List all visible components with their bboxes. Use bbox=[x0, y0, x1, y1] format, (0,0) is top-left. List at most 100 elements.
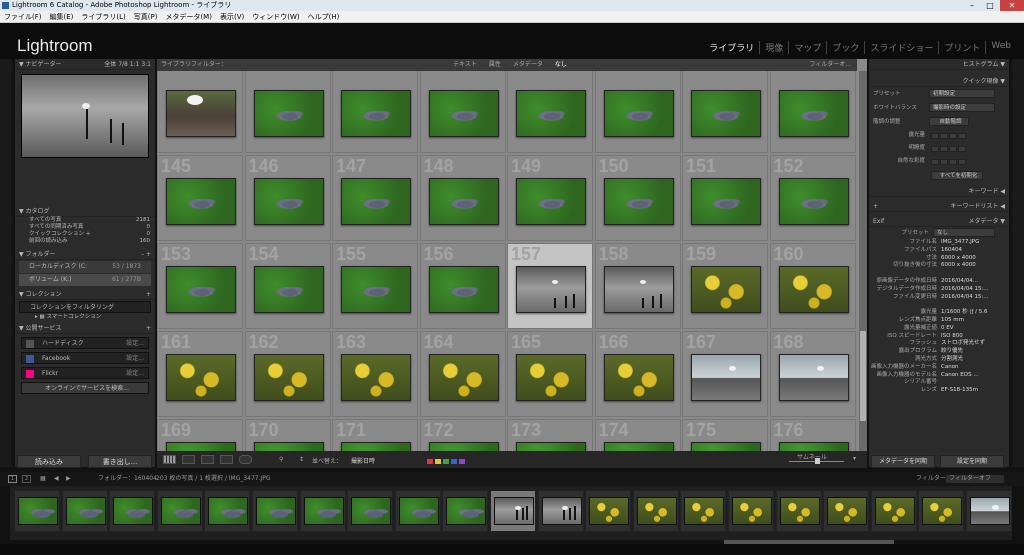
filmstrip-cell[interactable] bbox=[252, 490, 298, 532]
metadata-value[interactable]: 2016/04/04 15:... bbox=[941, 294, 989, 302]
right-panel-toggle[interactable] bbox=[1012, 59, 1024, 467]
filmstrip-thumbnail[interactable] bbox=[732, 497, 772, 525]
filmstrip-cell[interactable] bbox=[442, 490, 489, 532]
adjust-button[interactable] bbox=[940, 159, 948, 165]
publish-service[interactable]: Flickr 設定... bbox=[21, 367, 149, 379]
grid-cell[interactable] bbox=[332, 71, 418, 153]
grid-cell[interactable]: 154 bbox=[244, 243, 331, 329]
filmstrip-thumbnail[interactable] bbox=[874, 497, 915, 525]
grid-cell[interactable]: 146 bbox=[244, 155, 331, 241]
metadata-value[interactable]: 2016/04/04 15:... bbox=[941, 286, 989, 294]
add-publish-icon[interactable]: + bbox=[146, 323, 151, 334]
adjust-button[interactable] bbox=[949, 159, 957, 165]
grid-cell[interactable]: 156 bbox=[419, 243, 506, 329]
photo-thumbnail[interactable] bbox=[428, 353, 499, 401]
color-label-swatch[interactable] bbox=[451, 459, 457, 464]
navigator-header[interactable]: ▼ ナビゲーター 全体 7/8 1:1 3:1 bbox=[15, 59, 155, 70]
catalog-item[interactable]: 前回の読み込み 160 bbox=[15, 238, 155, 245]
filter-tab[interactable]: メタデータ bbox=[507, 59, 549, 71]
survey-view-icon[interactable] bbox=[220, 455, 233, 464]
grid-cell[interactable]: 168 bbox=[769, 331, 856, 417]
photo-thumbnail[interactable] bbox=[428, 265, 499, 313]
close-icon[interactable]: ✕ bbox=[1000, 0, 1024, 11]
adjust-button[interactable] bbox=[958, 146, 966, 152]
filmstrip-cell[interactable] bbox=[204, 490, 251, 532]
grid-cell[interactable] bbox=[507, 71, 593, 153]
quick-develop-header[interactable]: クイック現像 ▼ bbox=[869, 76, 1009, 87]
filmstrip-thumbnail[interactable] bbox=[684, 497, 725, 525]
screen-1-icon[interactable]: 1 bbox=[8, 475, 17, 483]
filmstrip-cell[interactable] bbox=[966, 490, 1012, 532]
service-settings[interactable]: 設定... bbox=[126, 338, 144, 350]
photo-thumbnail[interactable] bbox=[166, 89, 236, 137]
filmstrip-toggle[interactable] bbox=[0, 544, 1024, 555]
filmstrip-cell[interactable] bbox=[156, 490, 203, 532]
catalog-item[interactable]: クイックコレクション + 0 bbox=[15, 231, 155, 238]
adjust-button[interactable] bbox=[958, 159, 966, 165]
module-tab[interactable]: Web bbox=[985, 41, 1016, 54]
service-settings[interactable]: 設定... bbox=[126, 368, 144, 380]
menu-item[interactable]: ライブラリ(L) bbox=[77, 11, 129, 23]
photo-thumbnail[interactable] bbox=[603, 89, 674, 137]
grid-cell[interactable] bbox=[244, 71, 331, 153]
photo-thumbnail[interactable] bbox=[691, 353, 761, 401]
filmstrip-thumbnail[interactable] bbox=[256, 497, 296, 525]
keyword-list-header[interactable]: + キーワードリスト ◀ bbox=[869, 201, 1009, 212]
maximize-icon[interactable]: □ bbox=[982, 0, 998, 11]
grid-cell[interactable] bbox=[594, 71, 681, 153]
filmstrip-cell[interactable] bbox=[109, 490, 156, 532]
screen-2-icon[interactable]: 2 bbox=[22, 475, 31, 483]
filmstrip-cell[interactable] bbox=[14, 490, 60, 532]
add-keyword-icon[interactable]: + bbox=[873, 201, 878, 212]
photo-thumbnail[interactable] bbox=[428, 89, 499, 137]
photo-thumbnail[interactable] bbox=[603, 353, 674, 401]
menu-item[interactable]: ヘルプ(H) bbox=[304, 11, 344, 23]
reset-all-button[interactable]: すべてを初期化 bbox=[931, 171, 983, 180]
photo-thumbnail[interactable] bbox=[603, 265, 674, 313]
filmstrip-thumbnail[interactable] bbox=[541, 497, 582, 525]
grid-cell[interactable]: 164 bbox=[419, 331, 506, 417]
module-tab[interactable]: マップ bbox=[788, 41, 826, 54]
filmstrip-cell[interactable] bbox=[347, 490, 394, 532]
filmstrip-cell[interactable] bbox=[775, 490, 822, 532]
collection-filter-field[interactable]: コレクションをフィルタリング bbox=[19, 301, 151, 313]
filmstrip-cell[interactable] bbox=[680, 490, 727, 532]
adjust-button[interactable] bbox=[949, 146, 957, 152]
left-panel-toggle[interactable] bbox=[0, 59, 12, 467]
adjust-button[interactable] bbox=[958, 133, 966, 139]
metadata-value[interactable]: 6000 x 4000 bbox=[941, 255, 976, 263]
grid-cell[interactable] bbox=[419, 71, 506, 153]
grid-view-icon[interactable] bbox=[163, 455, 176, 464]
filmstrip-thumbnail[interactable] bbox=[494, 497, 534, 525]
photo-thumbnail[interactable] bbox=[253, 177, 324, 225]
grid-icon[interactable]: ▦ bbox=[40, 472, 46, 486]
module-tab[interactable]: プリント bbox=[938, 41, 985, 54]
grid-cell[interactable]: 153 bbox=[157, 243, 243, 329]
grid-cell[interactable]: 147 bbox=[332, 155, 418, 241]
sync-metadata-button[interactable]: メタデータを同期 bbox=[871, 455, 935, 468]
grid-cell[interactable]: 165 bbox=[507, 331, 593, 417]
folder-item[interactable]: ボリューム (K:) 61 / 277B bbox=[19, 274, 151, 286]
publish-service[interactable]: Facebook 設定... bbox=[21, 352, 149, 364]
smart-collection-item[interactable]: ▸ ▦ スマートコレクション bbox=[15, 314, 155, 321]
grid-cell[interactable]: 150 bbox=[594, 155, 681, 241]
menu-item[interactable]: 表示(V) bbox=[216, 11, 248, 23]
filter-tab[interactable]: テキスト bbox=[447, 59, 483, 71]
filmstrip-thumbnail[interactable] bbox=[970, 497, 1010, 525]
module-tab[interactable]: スライドショー bbox=[864, 41, 938, 54]
grid-cell[interactable]: 155 bbox=[332, 243, 418, 329]
photo-thumbnail[interactable] bbox=[341, 353, 411, 401]
sort-value[interactable]: 撮影日時 bbox=[351, 456, 375, 465]
keyword-header[interactable]: キーワード ◀ bbox=[869, 186, 1009, 197]
adjust-button[interactable] bbox=[931, 133, 939, 139]
film-filter-select[interactable]: フィルターオフ bbox=[946, 475, 1004, 483]
filmstrip-cell[interactable] bbox=[299, 490, 346, 532]
source-label[interactable]: フォルダー：160404 bbox=[98, 472, 157, 486]
photo-thumbnail[interactable] bbox=[691, 89, 761, 137]
filmstrip-cell[interactable] bbox=[823, 490, 870, 532]
grid-cell[interactable] bbox=[682, 71, 768, 153]
adjust-button[interactable] bbox=[940, 146, 948, 152]
filmstrip-cell[interactable] bbox=[632, 490, 679, 532]
photo-thumbnail[interactable] bbox=[778, 265, 849, 313]
filmstrip-thumbnail[interactable] bbox=[113, 497, 154, 525]
